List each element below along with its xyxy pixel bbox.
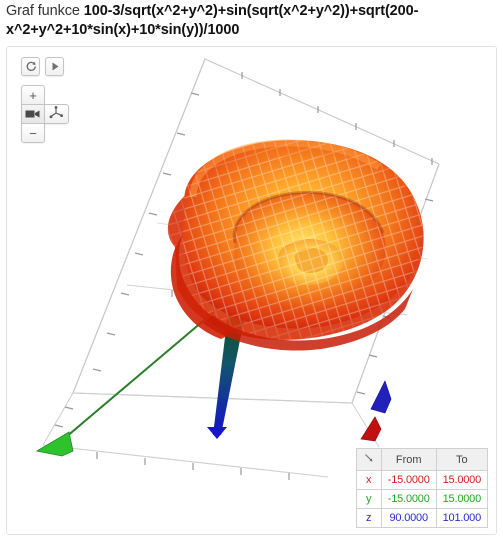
zoom-cluster: + −	[21, 85, 77, 145]
refresh-icon	[25, 61, 37, 73]
x-axis-arrow	[360, 416, 382, 442]
reset-view-button[interactable]	[21, 57, 40, 76]
page-title-prefix: Graf funkce	[6, 3, 84, 19]
x-from-value[interactable]: -15.0000	[380, 470, 437, 490]
play-icon	[50, 61, 60, 72]
zoom-out-label: −	[29, 125, 37, 141]
zoom-out-button[interactable]: −	[21, 123, 45, 143]
zoom-in-button[interactable]: +	[21, 85, 45, 105]
corner-cell	[355, 448, 382, 471]
y-axis-vector	[35, 304, 223, 457]
play-button[interactable]	[45, 57, 64, 76]
z-from-value[interactable]: 90.0000	[380, 508, 437, 528]
page-title: Graf funkce 100-3/sqrt(x^2+y^2)+sin(sqrt…	[0, 0, 503, 43]
axis-label-x: x	[355, 470, 382, 490]
axis-label-z: z	[355, 508, 382, 528]
table-row[interactable]: x -15.0000 15.0000	[355, 470, 489, 490]
plot-toolbar: + −	[21, 57, 77, 145]
range-table-head: From To	[355, 448, 489, 471]
rotate-3d-icon	[49, 106, 64, 122]
axis-range-table: From To x -15.0000 15.0000 y -15.0000 15…	[355, 448, 489, 528]
y-to-value[interactable]: 15.0000	[435, 489, 489, 509]
function-surface	[167, 139, 424, 351]
diagonal-slash-icon	[364, 454, 374, 466]
table-row[interactable]: z 90.0000 101.000	[355, 508, 489, 528]
graph-panel: + − From To x -15.0000 15.0000 y -15.000…	[6, 46, 497, 535]
z-to-value[interactable]: 101.000	[435, 508, 489, 528]
x-to-value[interactable]: 15.0000	[435, 470, 489, 490]
axis-label-y: y	[355, 489, 382, 509]
range-table-header-row: From To	[355, 448, 489, 471]
camera-button[interactable]	[21, 104, 45, 124]
table-row[interactable]: y -15.0000 15.0000	[355, 489, 489, 509]
camera-icon	[25, 107, 41, 122]
range-table-body: x -15.0000 15.0000 y -15.0000 15.0000 z …	[355, 470, 489, 528]
column-header-to: To	[435, 448, 489, 471]
toolbar-top-row	[21, 57, 77, 76]
z-axis-arrow-right	[370, 380, 392, 414]
zoom-in-label: +	[29, 87, 37, 103]
y-from-value[interactable]: -15.0000	[380, 489, 437, 509]
column-header-from: From	[380, 448, 437, 471]
rotate-3d-button[interactable]	[44, 104, 69, 124]
